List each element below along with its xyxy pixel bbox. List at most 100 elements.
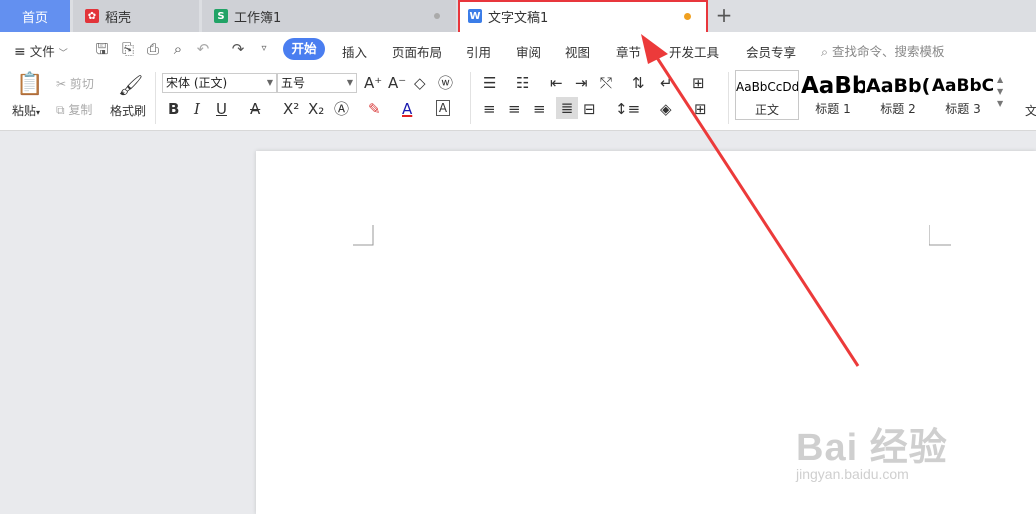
style-heading-3-sample: AaBbC <box>931 76 995 96</box>
menu-tab-page-layout[interactable]: 页面布局 <box>392 42 442 61</box>
undo-icon[interactable]: ↶ <box>194 40 212 58</box>
font-color-icon[interactable]: A <box>402 100 412 118</box>
phonetic-guide-icon[interactable]: ⓦ <box>438 74 453 92</box>
margin-corner-top-left <box>353 225 374 246</box>
menu-tab-member[interactable]: 会员专享 <box>746 42 796 61</box>
menu-tab-developer[interactable]: 开发工具 <box>669 42 719 61</box>
file-menu[interactable]: ≡ 文件 ﹀ <box>14 41 68 60</box>
align-right-icon[interactable]: ≡ <box>533 100 546 118</box>
daoke-icon: ✿ <box>85 9 99 23</box>
copy-label: 复制 <box>68 103 93 117</box>
chevron-down-icon: ﹀ <box>58 49 68 59</box>
underline-icon[interactable]: U <box>216 100 227 118</box>
cut-button[interactable]: ✂ 剪切 <box>56 75 94 92</box>
italic-icon[interactable]: I <box>194 100 200 118</box>
style-heading-3-label: 标题 3 <box>945 102 981 116</box>
distributed-icon[interactable]: ⊟ <box>583 100 596 118</box>
quick-access-dropdown-icon[interactable]: ▿ <box>255 40 273 58</box>
style-heading-1[interactable]: AaBb 标题 1 <box>801 70 865 120</box>
subscript-icon[interactable]: X₂ <box>308 100 324 118</box>
text-effect-icon[interactable]: Ⓐ <box>334 100 349 118</box>
highlight-icon[interactable]: ✎ <box>368 100 381 118</box>
redo-icon[interactable]: ↷ <box>229 40 247 58</box>
chevron-down-icon: ▼ <box>346 78 353 87</box>
margin-corner-top-right <box>929 225 951 246</box>
menu-tab-insert[interactable]: 插入 <box>342 42 367 61</box>
character-border-icon[interactable]: A <box>436 100 450 116</box>
export-pdf-icon[interactable]: ⎘ <box>119 40 137 58</box>
watermark-main-text: Bai 经验 <box>796 427 948 469</box>
hamburger-icon: ≡ <box>14 44 26 60</box>
superscript-icon[interactable]: X² <box>283 100 299 118</box>
paste-icon[interactable]: 📋 <box>16 72 43 98</box>
font-name-select[interactable]: 宋体 (正文) ▼ <box>162 73 277 93</box>
tab-stops-icon[interactable]: ⊞ <box>692 74 705 92</box>
clear-format-icon[interactable]: ◇ <box>414 74 426 92</box>
align-center-icon[interactable]: ≡ <box>508 100 521 118</box>
file-menu-label: 文件 <box>29 44 55 59</box>
command-search-placeholder: 查找命令、搜索模板 <box>832 44 945 59</box>
more-ribbon-text[interactable]: 文 <box>1025 102 1036 119</box>
ribbon-separator <box>728 72 729 124</box>
menu-tab-review[interactable]: 审阅 <box>516 42 541 61</box>
decrease-indent-icon[interactable]: ⇤ <box>550 74 563 92</box>
ribbon-separator <box>470 72 471 124</box>
style-normal-sample: AaBbCcDd <box>736 80 798 94</box>
watermark-sub-text: jingyan.baidu.com <box>796 466 909 482</box>
bullet-list-icon[interactable]: ☰ <box>483 74 496 92</box>
font-size-value: 五号 <box>281 76 306 90</box>
tab-home[interactable]: 首页 <box>0 0 70 32</box>
ribbon-separator <box>155 72 156 124</box>
style-heading-3[interactable]: AaBbC 标题 3 <box>931 70 995 120</box>
increase-indent-icon[interactable]: ⇥ <box>575 74 588 92</box>
shrink-font-icon[interactable]: A⁻ <box>388 74 406 92</box>
tab-close-dot[interactable] <box>434 13 440 19</box>
baidu-jingyan-watermark: Bai 经验 jingyan.baidu.com <box>790 398 1030 498</box>
new-tab-button[interactable]: + <box>714 4 734 26</box>
paste-button[interactable]: 粘贴▾ <box>12 102 40 119</box>
menu-tab-view[interactable]: 视图 <box>565 42 590 61</box>
copy-icon: ⧉ <box>56 103 65 117</box>
tab-daoke[interactable]: ✿ 稻壳 <box>73 0 199 32</box>
borders-icon[interactable]: ⊞ <box>694 100 707 118</box>
strikethrough-icon[interactable]: A <box>250 100 260 118</box>
font-name-value: 宋体 (正文) <box>166 76 228 90</box>
spreadsheet-icon: S <box>214 9 228 23</box>
style-normal[interactable]: AaBbCcDd 正文 <box>735 70 799 120</box>
cut-label: 剪切 <box>69 77 94 91</box>
style-heading-1-sample: AaBb <box>801 73 865 99</box>
align-left-icon[interactable]: ≡ <box>483 100 496 118</box>
numbered-list-icon[interactable]: ☷ <box>516 74 529 92</box>
style-normal-label: 正文 <box>754 103 779 117</box>
save-icon[interactable]: 🖫 <box>93 40 111 58</box>
style-heading-1-label: 标题 1 <box>815 102 851 116</box>
print-preview-icon[interactable]: ⌕ <box>169 40 187 58</box>
paste-label: 粘贴 <box>12 104 37 118</box>
chevron-down-icon: ▼ <box>266 78 273 87</box>
sort-icon[interactable]: ⇅ <box>632 74 645 92</box>
font-size-select[interactable]: 五号 ▼ <box>277 73 357 93</box>
copy-button[interactable]: ⧉ 复制 <box>56 101 92 118</box>
menu-tab-start[interactable]: 开始 <box>283 38 325 60</box>
tab-workbook[interactable]: S 工作簿1 <box>202 0 456 32</box>
menu-tab-section[interactable]: 章节 <box>616 42 641 61</box>
format-painter-icon[interactable]: 🖌 <box>118 72 143 98</box>
style-heading-2[interactable]: AaBb( 标题 2 <box>866 70 930 120</box>
scissors-icon: ✂ <box>56 77 67 91</box>
format-painter-button[interactable]: 格式刷 <box>110 102 146 119</box>
chinese-layout-icon[interactable]: ⤲ <box>600 74 612 92</box>
style-heading-2-sample: AaBb( <box>866 75 930 97</box>
justify-icon[interactable]: ≣ <box>556 97 578 119</box>
line-spacing-icon[interactable]: ↕≡ <box>615 100 640 118</box>
grow-font-icon[interactable]: A⁺ <box>364 74 382 92</box>
shading-icon[interactable]: ◈ <box>660 100 672 118</box>
command-search[interactable]: ⌕ 查找命令、搜索模板 <box>821 41 945 60</box>
print-icon[interactable]: ⎙ <box>144 40 162 58</box>
bold-icon[interactable]: B <box>168 100 179 118</box>
style-heading-2-label: 标题 2 <box>880 102 916 116</box>
show-marks-icon[interactable]: ↵ <box>660 74 673 92</box>
menu-tab-references[interactable]: 引用 <box>466 42 491 61</box>
tab-home-label: 首页 <box>21 10 48 26</box>
search-icon: ⌕ <box>821 44 829 59</box>
styles-scroll-icon[interactable]: ▲ ▼ ▼ <box>997 74 1003 110</box>
